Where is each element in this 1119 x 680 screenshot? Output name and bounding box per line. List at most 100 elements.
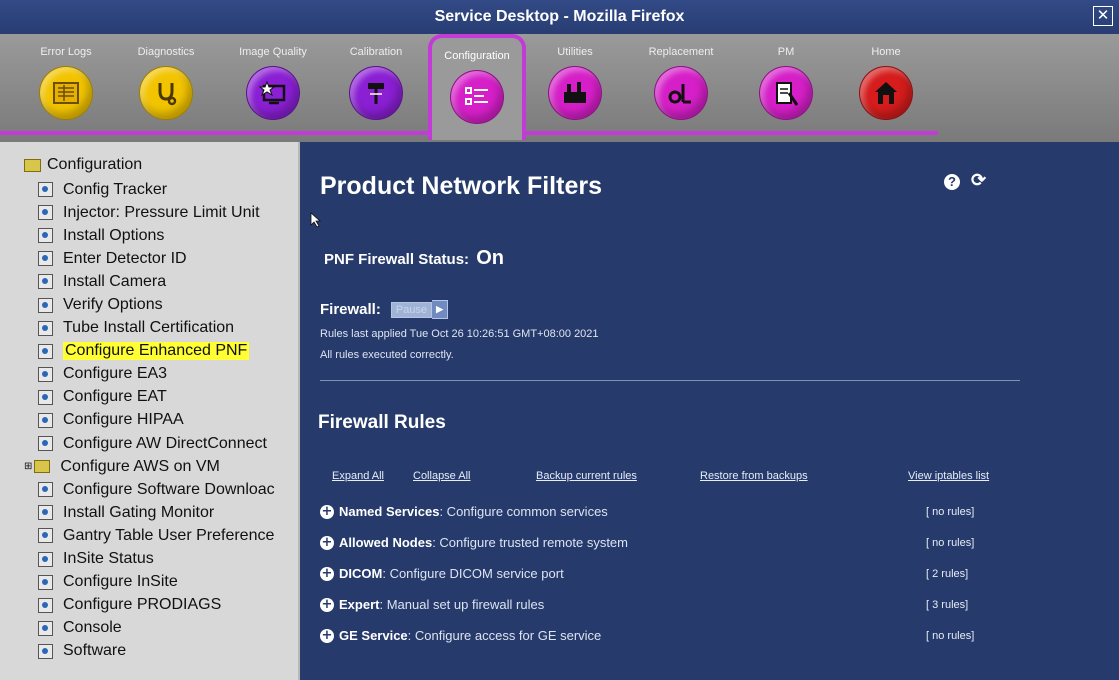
tree-item-console[interactable]: Console bbox=[38, 617, 275, 640]
document-icon bbox=[38, 205, 53, 221]
rule-name: DICOM bbox=[339, 566, 383, 581]
rule-count: [ no rules] bbox=[926, 506, 975, 518]
tree-item-config-tracker[interactable]: Config Tracker bbox=[38, 178, 275, 201]
tree-item-configure-ea3[interactable]: Configure EA3 bbox=[38, 363, 275, 386]
tree-item-enter-detector-id[interactable]: Enter Detector ID bbox=[38, 247, 275, 270]
expand-plus-icon[interactable]: + bbox=[320, 535, 334, 550]
rule-description: : Configure trusted remote system bbox=[432, 535, 628, 550]
page-title: Product Network Filters bbox=[320, 172, 602, 200]
expand-plus-icon[interactable]: + bbox=[320, 597, 334, 612]
document-icon bbox=[38, 274, 53, 290]
tree-item-configure-aws-on-vm[interactable]: ⊞ Configure AWS on VM bbox=[24, 455, 275, 478]
config-tree: Configuration Config Tracker Injector: P… bbox=[10, 142, 300, 680]
tree-item-injector[interactable]: Injector: Pressure Limit Unit bbox=[38, 201, 275, 224]
pnf-status-label: PNF Firewall Status: bbox=[324, 251, 470, 268]
tab-home[interactable]: Home bbox=[846, 34, 926, 134]
tree-item-configure-eat[interactable]: Configure EAT bbox=[38, 386, 275, 409]
tree-item-insite-status[interactable]: InSite Status bbox=[38, 548, 275, 571]
restore-backups-link[interactable]: Restore from backups bbox=[700, 470, 808, 482]
stethoscope-icon bbox=[139, 66, 193, 120]
rule-row[interactable]: + DICOM: Configure DICOM service port bbox=[320, 566, 564, 581]
tab-label: PM bbox=[777, 46, 795, 58]
tree-item-configure-insite[interactable]: Configure InSite bbox=[38, 571, 275, 594]
tree-item-install-camera[interactable]: Install Camera bbox=[38, 270, 275, 293]
rule-description: : Manual set up firewall rules bbox=[379, 597, 545, 612]
document-icon bbox=[38, 574, 53, 590]
wrench-icon bbox=[654, 66, 708, 120]
tab-label: Configuration bbox=[444, 50, 510, 62]
tree-item-configure-prodiags[interactable]: Configure PRODIAGS bbox=[38, 594, 275, 617]
document-icon bbox=[38, 228, 53, 244]
tree-item-tube-install[interactable]: Tube Install Certification bbox=[38, 317, 275, 340]
tab-utilities[interactable]: Utilities bbox=[535, 34, 615, 134]
document-icon bbox=[38, 620, 53, 636]
tab-error-logs[interactable]: Error Logs bbox=[26, 34, 106, 134]
play-icon[interactable]: ▶ bbox=[432, 300, 448, 319]
tree-item-configure-software-download[interactable]: Configure Software Downloac bbox=[38, 478, 275, 501]
tree-list: Config Tracker Injector: Pressure Limit … bbox=[24, 178, 275, 663]
window-titlebar: Service Desktop - Mozilla Firefox ✕ bbox=[0, 0, 1119, 34]
tree-item-gantry-table-user-preference[interactable]: Gantry Table User Preference bbox=[38, 524, 275, 547]
close-icon[interactable]: ✕ bbox=[1093, 6, 1113, 26]
tree-item-software[interactable]: Software bbox=[38, 640, 275, 663]
home-icon bbox=[859, 66, 913, 120]
tree-item-install-options[interactable]: Install Options bbox=[38, 224, 275, 247]
pause-button[interactable]: Pause bbox=[390, 301, 433, 318]
checklist-icon bbox=[450, 70, 504, 124]
rule-row[interactable]: + GE Service: Configure access for GE se… bbox=[320, 628, 601, 643]
tab-label: Utilities bbox=[557, 46, 593, 58]
pnf-status: PNF Firewall Status: On bbox=[324, 247, 504, 270]
expand-all-link[interactable]: Expand All bbox=[332, 470, 384, 482]
document-icon bbox=[38, 366, 53, 382]
tab-pm[interactable]: PM bbox=[746, 34, 826, 134]
expand-icon[interactable]: ⊞ bbox=[24, 461, 32, 472]
rule-count: [ 3 rules] bbox=[926, 599, 969, 611]
rule-description: : Configure DICOM service port bbox=[382, 566, 564, 581]
expand-plus-icon[interactable]: + bbox=[320, 628, 334, 643]
rule-row[interactable]: + Expert: Manual set up firewall rules bbox=[320, 597, 544, 612]
rule-count: [ 2 rules] bbox=[926, 568, 969, 580]
tree-item-configure-hipaa[interactable]: Configure HIPAA bbox=[38, 409, 275, 432]
document-icon bbox=[38, 505, 53, 521]
rule-name: GE Service bbox=[339, 628, 408, 643]
folder-icon bbox=[34, 460, 51, 474]
backup-rules-link[interactable]: Backup current rules bbox=[536, 470, 637, 482]
tab-image-quality[interactable]: Image Quality bbox=[228, 34, 318, 134]
expand-plus-icon[interactable]: + bbox=[320, 504, 334, 519]
tab-label: Error Logs bbox=[40, 46, 92, 58]
document-icon bbox=[38, 482, 53, 498]
rule-description: : Configure access for GE service bbox=[407, 628, 602, 643]
document-icon bbox=[38, 528, 53, 544]
firewall-label: Firewall: bbox=[320, 301, 381, 318]
collapse-all-link[interactable]: Collapse All bbox=[413, 470, 470, 482]
refresh-icon[interactable]: ⟳ bbox=[971, 170, 986, 190]
log-icon bbox=[39, 66, 93, 120]
tree-root[interactable]: Configuration bbox=[24, 156, 142, 174]
tab-label: Replacement bbox=[648, 46, 714, 58]
maintenance-icon bbox=[759, 66, 813, 120]
rule-count: [ no rules] bbox=[926, 537, 975, 549]
expand-plus-icon[interactable]: + bbox=[320, 566, 334, 581]
document-icon bbox=[38, 551, 53, 567]
rule-row[interactable]: + Named Services: Configure common servi… bbox=[320, 504, 608, 519]
tab-calibration[interactable]: Calibration bbox=[336, 34, 416, 134]
tab-label: Diagnostics bbox=[137, 46, 195, 58]
tab-diagnostics[interactable]: Diagnostics bbox=[126, 34, 206, 134]
tree-root-label: Configuration bbox=[47, 156, 143, 173]
help-icon[interactable]: ? bbox=[944, 174, 960, 190]
tab-configuration[interactable]: Configuration bbox=[428, 34, 526, 140]
pnf-status-value: On bbox=[476, 247, 504, 269]
tree-item-verify-options[interactable]: Verify Options bbox=[38, 293, 275, 316]
tab-label: Image Quality bbox=[239, 46, 307, 58]
document-icon bbox=[38, 297, 53, 313]
tab-replacement[interactable]: Replacement bbox=[636, 34, 726, 134]
rules-applied-text: Rules last applied Tue Oct 26 10:26:51 G… bbox=[320, 328, 599, 340]
document-icon bbox=[38, 182, 53, 198]
tree-item-install-gating-monitor[interactable]: Install Gating Monitor bbox=[38, 501, 275, 524]
view-iptables-link[interactable]: View iptables list bbox=[908, 470, 989, 482]
rule-count: [ no rules] bbox=[926, 630, 975, 642]
rule-row[interactable]: + Allowed Nodes: Configure trusted remot… bbox=[320, 535, 628, 550]
folder-open-icon bbox=[24, 158, 41, 172]
tree-item-configure-aw-directconnect[interactable]: Configure AW DirectConnect bbox=[38, 432, 275, 455]
tree-item-configure-enhanced-pnf[interactable]: Configure Enhanced PNF bbox=[38, 340, 275, 363]
